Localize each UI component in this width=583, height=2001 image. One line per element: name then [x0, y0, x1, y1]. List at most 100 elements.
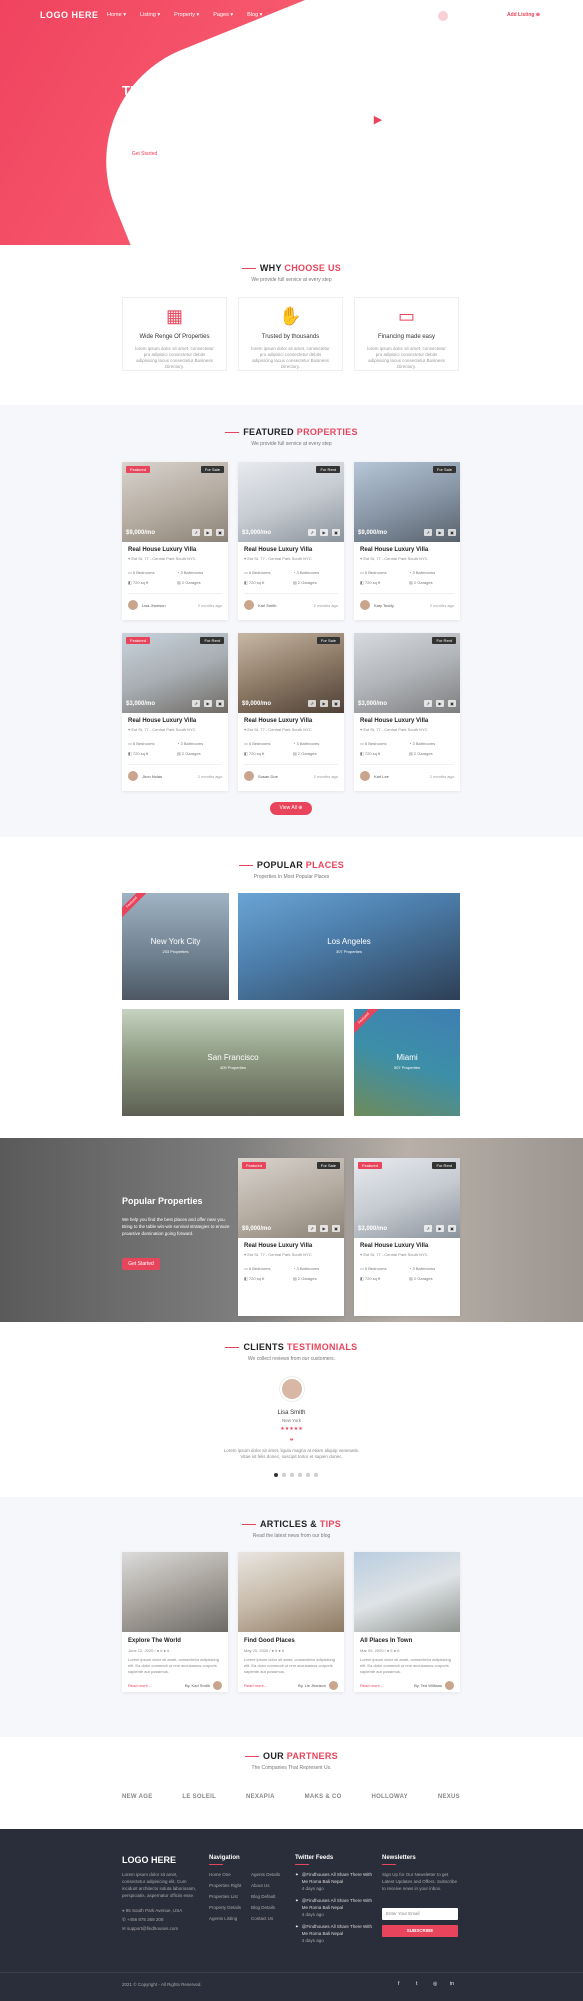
- video-icon[interactable]: ▶: [204, 700, 212, 707]
- user-avatar[interactable]: [437, 10, 450, 22]
- add-listing-button[interactable]: Add Listing ⊕: [500, 9, 547, 22]
- place-new-york[interactable]: Featured New York City 203 Properties: [122, 893, 229, 1000]
- carousel-dot[interactable]: [290, 1473, 294, 1477]
- nav-link-property[interactable]: Property ▾: [174, 12, 199, 18]
- property-card[interactable]: Featured For Sale $9,000/mo ⇗ ▶ ▣ Real House L…: [122, 462, 228, 620]
- read-more-link[interactable]: Read more...: [128, 1683, 151, 1688]
- partner-logo[interactable]: NEXAPIA: [246, 1794, 275, 1800]
- video-icon[interactable]: ▶: [436, 529, 444, 536]
- property-title[interactable]: Real House Luxury Villa: [360, 547, 454, 553]
- nav-link-listing[interactable]: Listing ▾: [140, 12, 160, 18]
- link-icon[interactable]: ⇗: [192, 700, 200, 707]
- video-icon[interactable]: ▶: [320, 700, 328, 707]
- property-image[interactable]: Featured For Rent $3,000/mo ⇗ ▶ ▣: [122, 633, 228, 713]
- sign-in-link[interactable]: Sign In: [408, 13, 425, 19]
- footer-link[interactable]: Blog Details: [251, 1904, 280, 1911]
- article-image[interactable]: [238, 1552, 344, 1632]
- facebook-icon[interactable]: f: [398, 1981, 399, 1987]
- image-icon[interactable]: ▣: [332, 1225, 340, 1232]
- property-card[interactable]: Featured For Rent $3,000/mo ⇗ ▶ ▣ Real House L…: [122, 633, 228, 791]
- video-icon[interactable]: ▶: [204, 529, 212, 536]
- link-icon[interactable]: ⇗: [424, 529, 432, 536]
- carousel-dot-active[interactable]: [274, 1473, 278, 1477]
- link-icon[interactable]: ⇗: [424, 1225, 432, 1232]
- logo[interactable]: LOGO HERE: [40, 10, 99, 20]
- hero-get-started-button[interactable]: Get Started: [122, 148, 167, 160]
- nav-link-contact[interactable]: Contact: [276, 12, 295, 18]
- read-more-link[interactable]: Read more...: [244, 1683, 267, 1688]
- subscribe-button[interactable]: SUBSCRIBE: [382, 1925, 458, 1937]
- video-icon[interactable]: ▶: [320, 529, 328, 536]
- link-icon[interactable]: ⇗: [308, 529, 316, 536]
- image-icon[interactable]: ▣: [216, 529, 224, 536]
- property-card[interactable]: Featured For Sale $9,000/mo ⇗ ▶ ▣ Real House L…: [238, 1158, 344, 1316]
- property-image[interactable]: Featured For Rent $3,000/mo ⇗ ▶ ▣: [354, 1158, 460, 1238]
- footer-link[interactable]: Agents Details: [251, 1871, 280, 1878]
- place-san-francisco[interactable]: San Francisco 409 Properties: [122, 1009, 344, 1116]
- play-icon[interactable]: ▶: [362, 104, 394, 136]
- view-all-button[interactable]: View All ⊕: [270, 802, 312, 815]
- article-card[interactable]: Explore The World June 12, 2020 / ● 6 ● 6…: [122, 1552, 228, 1692]
- image-icon[interactable]: ▣: [448, 1225, 456, 1232]
- article-title[interactable]: Explore The World: [128, 1638, 222, 1644]
- article-card[interactable]: All Places In Town Mar 09, 2020 / ● 6 ● 6…: [354, 1552, 460, 1692]
- carousel-dot[interactable]: [306, 1473, 310, 1477]
- article-card[interactable]: Find Good Places May 20, 2020 / ● 6 ● 6 Lo…: [238, 1552, 344, 1692]
- article-image[interactable]: [122, 1552, 228, 1632]
- instagram-icon[interactable]: ◎: [433, 1981, 437, 1987]
- link-icon[interactable]: ⇗: [192, 529, 200, 536]
- property-card[interactable]: For Rent $3,000/mo ⇗ ▶ ▣ Real House Luxury Vi…: [354, 633, 460, 791]
- property-card[interactable]: Featured For Rent $3,000/mo ⇗ ▶ ▣ Real House L…: [354, 1158, 460, 1316]
- video-icon[interactable]: ▶: [436, 1225, 444, 1232]
- property-image[interactable]: For Sale $9,000/mo ⇗ ▶ ▣: [238, 633, 344, 713]
- footer-link[interactable]: Agents Listing: [209, 1915, 241, 1922]
- partner-logo[interactable]: MAKS & CO: [305, 1794, 342, 1800]
- property-card[interactable]: For Sale $9,000/mo ⇗ ▶ ▣ Real House Luxury Vi…: [354, 462, 460, 620]
- footer-link[interactable]: Home One: [209, 1871, 241, 1878]
- nav-link-home[interactable]: Home ▾: [107, 12, 126, 18]
- carousel-dot[interactable]: [298, 1473, 302, 1477]
- property-image[interactable]: For Sale $9,000/mo ⇗ ▶ ▣: [354, 462, 460, 542]
- place-miami[interactable]: Featured Miami 507 Properties: [354, 1009, 460, 1116]
- footer-link[interactable]: Blog Default: [251, 1893, 280, 1900]
- tweet[interactable]: ✦ @Findhouses All Share There With Me Rom…: [295, 1897, 375, 1918]
- linkedin-icon[interactable]: in: [450, 1981, 454, 1987]
- link-icon[interactable]: ⇗: [424, 700, 432, 707]
- user-menu[interactable]: Hi, Mary! ▾: [461, 13, 487, 19]
- partner-logo[interactable]: LE SOLEIL: [182, 1794, 216, 1800]
- partner-logo[interactable]: HOLLOWAY: [371, 1794, 408, 1800]
- video-icon[interactable]: ▶: [436, 700, 444, 707]
- link-icon[interactable]: ⇗: [308, 700, 316, 707]
- agent[interactable]: Karl Lee: [360, 771, 389, 781]
- nav-link-pages[interactable]: Pages ▾: [213, 12, 233, 18]
- footer-link[interactable]: Properties Right: [209, 1882, 241, 1889]
- footer-email[interactable]: ✉ support@findhouses.com: [122, 1925, 178, 1932]
- property-title[interactable]: Real House Luxury Villa: [360, 718, 454, 724]
- property-title[interactable]: Real House Luxury Villa: [360, 1243, 454, 1249]
- image-icon[interactable]: ▣: [448, 700, 456, 707]
- property-image[interactable]: For Rent $3,000/mo ⇗ ▶ ▣: [354, 633, 460, 713]
- carousel-dot[interactable]: [314, 1473, 318, 1477]
- read-more-link[interactable]: Read more...: [360, 1683, 383, 1688]
- place-los-angeles[interactable]: Los Angeles 307 Properties: [238, 893, 460, 1000]
- nav-link-blog[interactable]: Blog ▾: [247, 12, 262, 18]
- footer-link[interactable]: Property Details: [209, 1904, 241, 1911]
- article-image[interactable]: [354, 1552, 460, 1632]
- twitter-social-icon[interactable]: t: [416, 1981, 417, 1987]
- property-image[interactable]: For Rent $3,000/mo ⇗ ▶ ▣: [238, 462, 344, 542]
- footer-link[interactable]: About Us: [251, 1882, 280, 1889]
- tweet[interactable]: ✦ @Findhouses All Share There With Me Rom…: [295, 1923, 375, 1944]
- property-card[interactable]: For Rent $3,000/mo ⇗ ▶ ▣ Real House Luxury Vi…: [238, 462, 344, 620]
- image-icon[interactable]: ▣: [332, 529, 340, 536]
- property-title[interactable]: Real House Luxury Villa: [244, 1243, 338, 1249]
- newsletter-email-input[interactable]: Enter Your Email: [382, 1908, 458, 1920]
- image-icon[interactable]: ▣: [216, 700, 224, 707]
- agent[interactable]: Karl Smith: [244, 600, 276, 610]
- image-icon[interactable]: ▣: [332, 700, 340, 707]
- property-image[interactable]: Featured For Sale $9,000/mo ⇗ ▶ ▣: [122, 462, 228, 542]
- tweet[interactable]: ✦ @Findhouses All Share There With Me Rom…: [295, 1871, 375, 1892]
- footer-link[interactable]: Properties List: [209, 1893, 241, 1900]
- language-select[interactable]: ENG ▾: [380, 13, 396, 19]
- property-title[interactable]: Real House Luxury Villa: [128, 547, 222, 553]
- link-icon[interactable]: ⇗: [308, 1225, 316, 1232]
